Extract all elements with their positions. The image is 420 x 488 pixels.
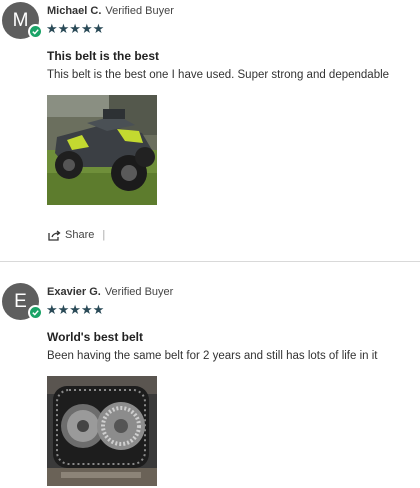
clutch-image: [47, 376, 157, 486]
review-title: World's best belt: [47, 330, 143, 344]
review-photo[interactable]: [47, 95, 157, 205]
verified-buyer-badge: Verified Buyer: [104, 286, 174, 298]
share-separator: |: [102, 229, 106, 241]
review-photo[interactable]: [47, 376, 157, 486]
reviewer-line: Exavier G. Verified Buyer: [47, 286, 173, 298]
verified-buyer-badge: Verified Buyer: [105, 5, 174, 17]
share-icon: [48, 229, 61, 241]
review-card: M Michael C. Verified Buyer ★★★★★ This be…: [0, 0, 420, 261]
reviewer-line: Michael C. Verified Buyer: [47, 5, 174, 17]
share-label: Share: [65, 229, 95, 241]
review-card: E Exavier G. Verified Buyer ★★★★★ World's…: [0, 281, 420, 488]
review-body: This belt is the best one I have used. S…: [47, 69, 390, 81]
reviewer-name: Exavier G.: [47, 286, 101, 298]
star-rating: ★★★★★: [46, 302, 105, 317]
share-button[interactable]: Share |: [48, 229, 105, 241]
reviewer-name: Michael C.: [47, 5, 102, 17]
star-rating: ★★★★★: [46, 21, 105, 36]
atv-image: [47, 95, 157, 205]
verified-check-icon: [28, 305, 43, 320]
review-body: Been having the same belt for 2 years an…: [47, 350, 378, 362]
verified-check-icon: [28, 24, 43, 39]
review-divider: [0, 261, 420, 262]
review-title: This belt is the best: [47, 49, 160, 63]
